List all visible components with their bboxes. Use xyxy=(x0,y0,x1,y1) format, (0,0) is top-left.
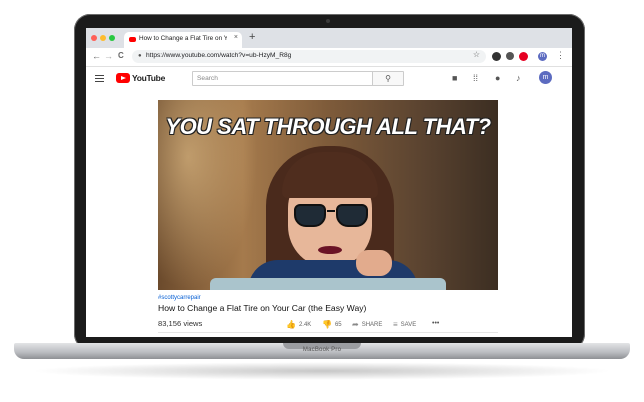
camera-icon xyxy=(326,19,330,23)
browser-window: How to Change a Flat Tire on Your × + ← … xyxy=(86,28,572,337)
tab-title: How to Change a Flat Tire on Your xyxy=(139,35,227,42)
thumbs-down-icon: 👎 xyxy=(322,320,332,329)
avatar[interactable]: m xyxy=(539,71,552,84)
browser-tab[interactable]: How to Change a Flat Tire on Your × xyxy=(124,32,242,48)
messages-icon[interactable]: ● xyxy=(495,73,500,83)
save-button[interactable]: ≡ SAVE xyxy=(393,320,416,329)
maximize-window-icon[interactable] xyxy=(109,35,115,41)
youtube-favicon-icon xyxy=(129,37,136,42)
youtube-logo-icon[interactable] xyxy=(116,73,130,83)
tab-bar: How to Change a Flat Tire on Your × + xyxy=(86,28,572,48)
youtube-logo-text[interactable]: YouTube xyxy=(132,73,165,83)
thumbs-up-icon: 👍 xyxy=(286,320,296,329)
video-hashtag-link[interactable]: #scottycarrepair xyxy=(158,295,201,301)
view-count: 83,156 views xyxy=(158,319,203,328)
dislike-button[interactable]: 👎 65 xyxy=(322,320,342,329)
video-overlay-caption: YOU SAT THROUGH ALL THAT? xyxy=(165,114,491,139)
address-toolbar: ← → C ● https://www.youtube.com/watch?v=… xyxy=(86,48,572,67)
device-brand-label: MacBook Pro xyxy=(302,347,342,353)
close-window-icon[interactable] xyxy=(91,35,97,41)
youtube-header: YouTube ⚲ ■ ⁞⁞ ● ♪ m xyxy=(86,67,572,91)
hamburger-menu-icon[interactable] xyxy=(95,75,104,83)
search-box: ⚲ xyxy=(192,71,404,86)
like-button[interactable]: 👍 2.4K xyxy=(286,320,311,329)
share-arrow-icon: ➦ xyxy=(352,320,359,329)
reload-button[interactable]: C xyxy=(118,51,124,60)
new-tab-button[interactable]: + xyxy=(249,31,255,43)
divider xyxy=(158,332,498,333)
apps-grid-icon[interactable]: ⁞⁞ xyxy=(473,73,478,83)
lock-icon: ● xyxy=(138,53,142,59)
create-video-icon[interactable]: ■ xyxy=(452,73,457,83)
search-button[interactable]: ⚲ xyxy=(372,72,403,85)
close-tab-icon[interactable]: × xyxy=(234,34,238,41)
notifications-bell-icon[interactable]: ♪ xyxy=(516,73,521,83)
search-input[interactable] xyxy=(197,74,357,83)
forward-button[interactable]: → xyxy=(104,51,113,61)
minimize-window-icon[interactable] xyxy=(100,35,106,41)
profile-icon[interactable]: m xyxy=(538,52,547,61)
url-text[interactable]: https://www.youtube.com/watch?v=ub-HzyM_… xyxy=(146,52,291,59)
share-button[interactable]: ➦ SHARE xyxy=(352,320,382,329)
extension-icon[interactable] xyxy=(492,52,501,61)
laptop-shadow xyxy=(30,362,614,380)
bookmark-star-icon[interactable]: ☆ xyxy=(473,50,480,59)
extension-icon[interactable] xyxy=(506,52,514,60)
more-actions-button[interactable]: ••• xyxy=(432,320,439,327)
video-title: How to Change a Flat Tire on Your Car (t… xyxy=(158,303,367,313)
menu-kebab-icon[interactable]: ⋮ xyxy=(556,50,565,61)
video-player[interactable]: YOU SAT THROUGH ALL THAT? xyxy=(158,100,498,290)
url-bar[interactable]: ● https://www.youtube.com/watch?v=ub-Hzy… xyxy=(132,50,486,63)
pinterest-icon[interactable] xyxy=(519,52,528,61)
playlist-add-icon: ≡ xyxy=(393,320,398,329)
back-button[interactable]: ← xyxy=(92,51,101,61)
